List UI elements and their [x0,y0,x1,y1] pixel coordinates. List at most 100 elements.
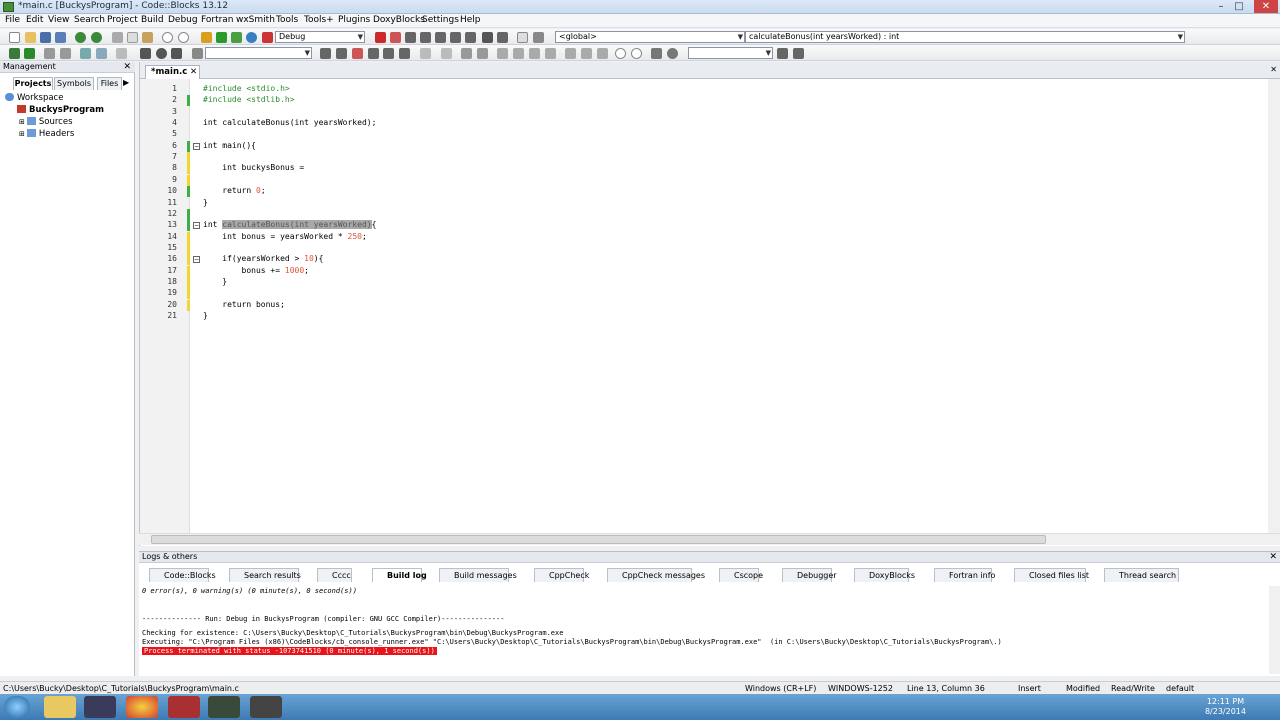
menu-edit[interactable]: Edit [26,15,43,25]
zoom-in-icon[interactable] [615,48,626,59]
menu-doxyblocks[interactable]: DoxyBlocks [373,15,425,25]
debug-continue-icon[interactable] [375,32,386,43]
tab-thread-search[interactable]: Thread search [1104,568,1179,582]
abort-icon[interactable] [262,32,273,43]
code-line[interactable]: int bonus = yearsWorked * 250; [203,232,367,241]
step-into-instruction-icon[interactable] [465,32,476,43]
start-word-icon[interactable] [399,48,410,59]
close-window-button[interactable]: ✕ [1254,0,1278,13]
build-and-run-icon[interactable] [231,32,242,43]
code-line[interactable]: } [203,198,208,207]
tab-cppcheck[interactable]: CppCheck [534,568,589,582]
run-to-cursor-icon[interactable] [390,32,401,43]
tab-projects[interactable]: Projects [13,77,53,90]
highlight-icon[interactable] [116,48,127,59]
menu-tools[interactable]: Tools [276,15,298,25]
menu-file[interactable]: File [5,15,20,25]
tab-doxyblocks[interactable]: DoxyBlocks [854,568,915,582]
menu-help[interactable]: Help [460,15,481,25]
comment-icon[interactable] [44,48,55,59]
close-panel-icon[interactable]: ✕ [123,62,131,72]
bookmark-icon[interactable] [24,48,35,59]
doxy-config-icon[interactable] [96,48,107,59]
code-line[interactable]: int calculateBonus(int yearsWorked){ [203,220,376,230]
new-file-icon[interactable] [9,32,20,43]
cut-icon[interactable] [112,32,123,43]
code-line[interactable]: } [203,277,227,286]
tab-debugger[interactable]: Debugger [782,568,837,582]
code-line[interactable]: #include <stdlib.h> [203,95,295,104]
fold-icon[interactable]: − [193,256,200,264]
align4-icon[interactable] [545,48,556,59]
symbol-icon[interactable] [651,48,662,59]
scrollbar-thumb[interactable] [151,535,1046,544]
layout2-icon[interactable] [477,48,488,59]
tree-workspace[interactable]: Workspace [5,93,63,103]
search-opts2-icon[interactable] [793,48,804,59]
menu-view[interactable]: View [48,15,69,25]
menu-settings[interactable]: Settings [422,15,459,25]
tab-symbols[interactable]: Symbols [54,77,94,90]
whole-word-icon[interactable] [383,48,394,59]
back-icon[interactable] [140,48,151,59]
chevron-right-icon[interactable]: ▶ [123,78,129,87]
undo-icon[interactable] [75,32,86,43]
tree-project[interactable]: BuckysProgram [17,105,104,115]
minimize-button[interactable]: – [1212,0,1230,13]
explorer-icon[interactable] [44,696,76,718]
prev-icon[interactable] [320,48,331,59]
menu-wxsmith[interactable]: wxSmith [236,15,275,25]
app-icon[interactable] [208,696,240,718]
highlight-color-icon[interactable] [352,48,363,59]
code-line[interactable]: bonus += 1000; [203,266,309,275]
pause-icon[interactable] [482,32,493,43]
redo-icon[interactable] [91,32,102,43]
incremental-search-input[interactable]: ▼ [205,47,312,59]
close-logs-icon[interactable]: ✕ [1269,552,1277,562]
tree-headers[interactable]: ⊞ Headers [19,129,74,139]
maximize-button[interactable]: □ [1230,0,1248,13]
search-opts-icon[interactable] [777,48,788,59]
code-line[interactable]: int main(){ [203,141,256,150]
code-line[interactable]: int buckysBonus = [203,163,304,172]
tab-cppcheck-messages[interactable]: CppCheck messages [607,568,705,582]
zoom-out-icon[interactable] [631,48,642,59]
debug-info-icon[interactable] [533,32,544,43]
rebuild-icon[interactable] [246,32,257,43]
editor-vertical-scrollbar[interactable] [1268,79,1280,533]
chrome-icon[interactable] [126,696,158,718]
frame-icon[interactable] [441,48,452,59]
next-instruction-icon[interactable] [450,32,461,43]
select-icon[interactable] [420,48,431,59]
align3-icon[interactable] [529,48,540,59]
copy-icon[interactable] [127,32,138,43]
menu-search[interactable]: Search [74,15,105,25]
tab-main-c[interactable]: *main.c ✕ [145,65,200,79]
find-icon[interactable] [162,32,173,43]
menu-plugins[interactable]: Plugins [338,15,370,25]
editor-horizontal-scrollbar[interactable] [139,533,1280,545]
layout-icon[interactable] [461,48,472,59]
code-line[interactable]: return bonus; [203,300,285,309]
tab-cscope[interactable]: Cscope [719,568,763,582]
expand-icon[interactable]: ⊞ [19,118,25,126]
build-target-select[interactable]: Debug ▼ [275,31,365,43]
tab-files[interactable]: Files [97,77,122,90]
scope-select[interactable]: <global> ▼ [555,31,745,43]
menu-project[interactable]: Project [107,15,138,25]
start-button-icon[interactable] [4,696,30,718]
forward-icon[interactable] [171,48,182,59]
step-into-icon[interactable] [420,32,431,43]
system-clock[interactable]: 12:11 PM 8/23/2014 [1205,697,1246,717]
tab-codeblocks[interactable]: Code::Blocks [149,568,216,582]
close-editor-icon[interactable]: ✕ [1270,65,1277,74]
window2-icon[interactable] [581,48,592,59]
tab-build-log[interactable]: Build log [372,568,427,582]
code-line[interactable]: } [203,311,208,320]
function-select[interactable]: calculateBonus(int yearsWorked) : int ▼ [745,31,1185,43]
save-all-icon[interactable] [55,32,66,43]
uncomment-icon[interactable] [60,48,71,59]
media-player-icon[interactable] [84,696,116,718]
debug-windows-icon[interactable] [517,32,528,43]
menu-fortran[interactable]: Fortran [201,15,234,25]
